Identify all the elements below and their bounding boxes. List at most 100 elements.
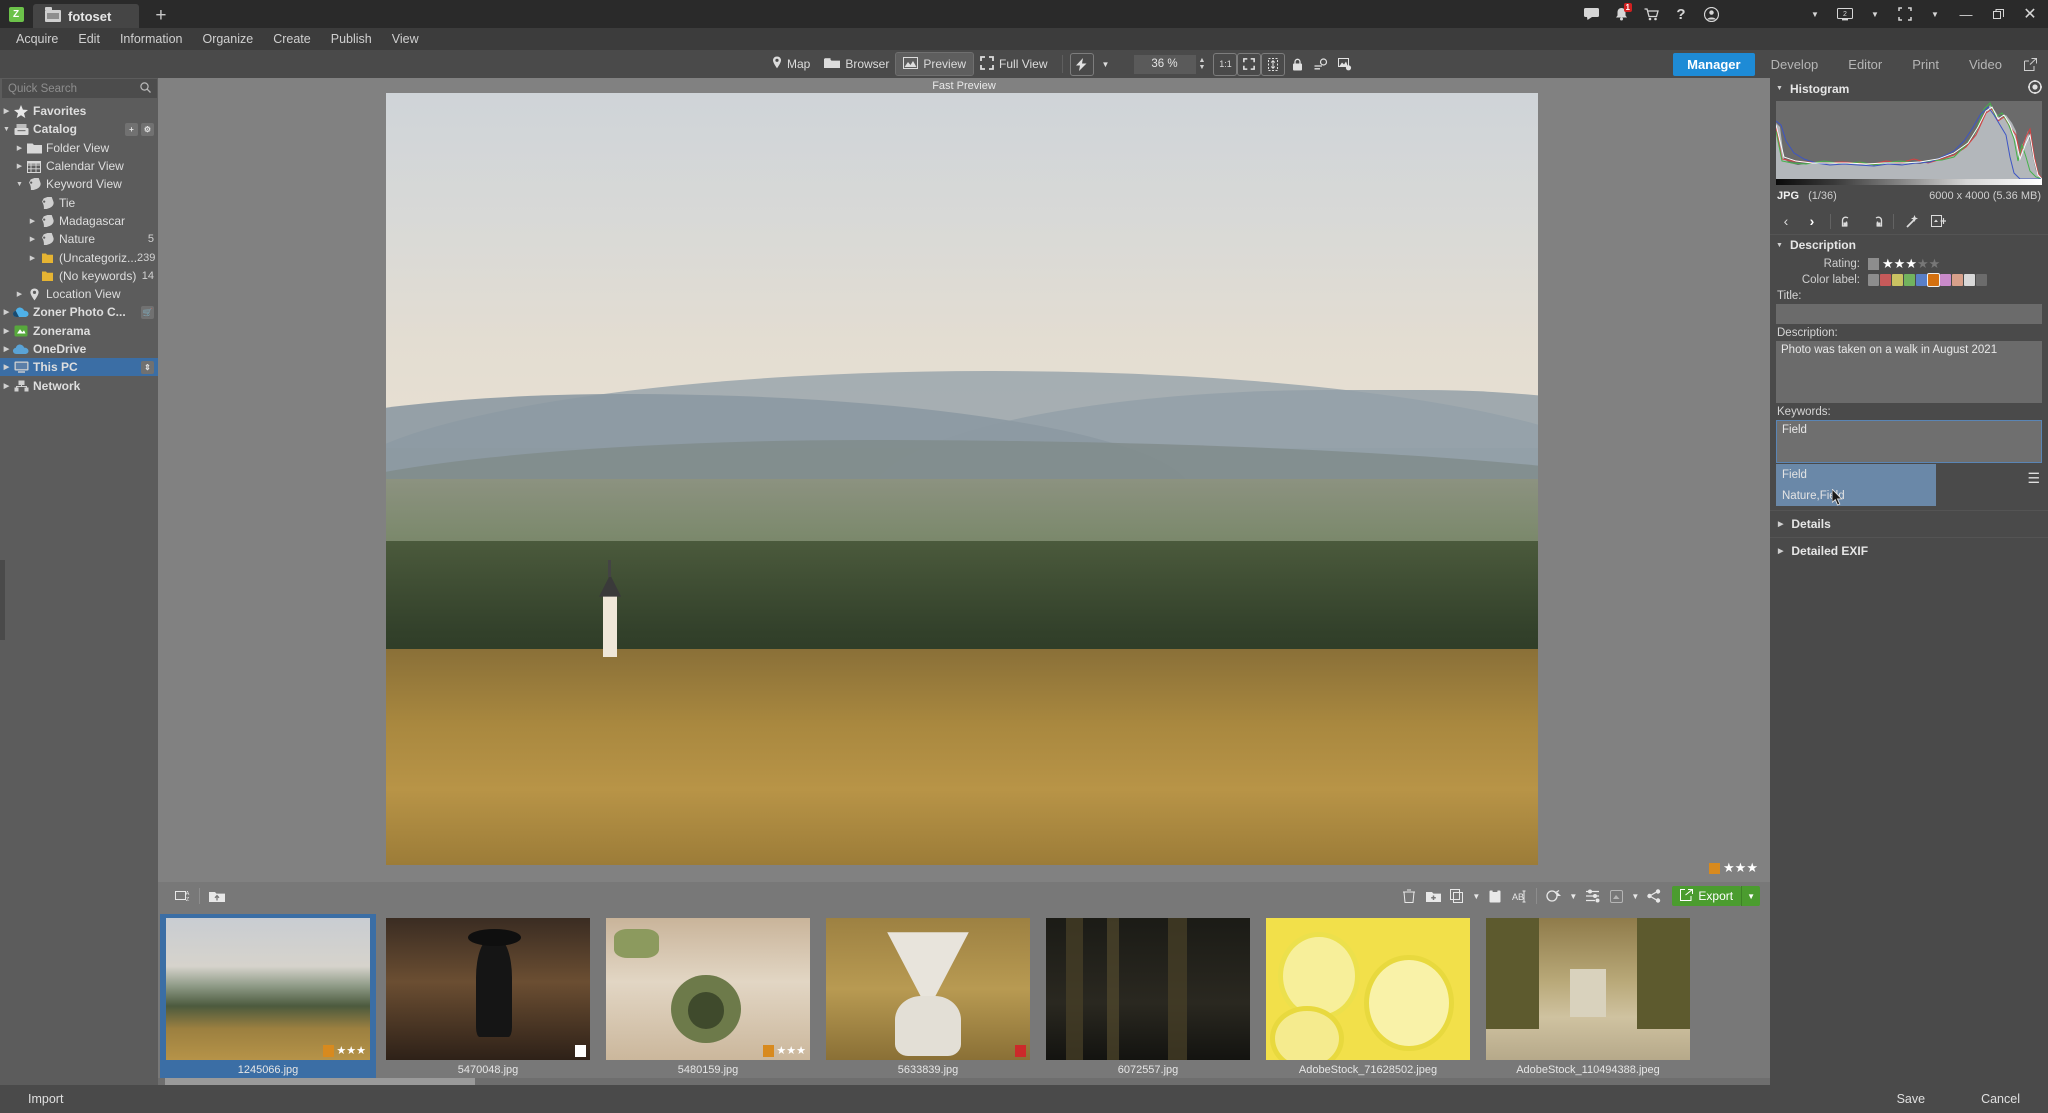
menu-publish[interactable]: Publish	[321, 29, 382, 49]
color-label-swatch-5[interactable]	[1928, 274, 1939, 286]
bell-icon[interactable]: 1	[1608, 2, 1634, 26]
open-external-icon[interactable]	[2019, 54, 2041, 75]
keywords-input[interactable]: Field	[1776, 420, 2042, 463]
chevron-right-icon[interactable]: ▶	[0, 345, 13, 353]
chevron-down-icon[interactable]: ▼	[0, 126, 13, 133]
color-label-swatch-9[interactable]	[1976, 274, 1987, 286]
delete-icon[interactable]	[1397, 885, 1421, 907]
account-icon[interactable]	[1698, 2, 1724, 26]
filmstrip-thumbnail[interactable]: ★★★1245066.jpg	[160, 914, 376, 1084]
this-pc-expander[interactable]: ⇕	[141, 361, 154, 374]
filmstrip-thumbnail[interactable]: 5470048.jpg	[380, 914, 596, 1084]
zoom-1to1-icon[interactable]: 1:1	[1214, 54, 1236, 75]
chevron-right-icon[interactable]: ▶	[13, 162, 26, 170]
menu-create[interactable]: Create	[263, 29, 321, 49]
color-label-swatch-3[interactable]	[1904, 274, 1915, 286]
filmstrip[interactable]: ★★★1245066.jpg5470048.jpg★★★5480159.jpg5…	[158, 910, 1770, 1085]
prev-icon[interactable]: ‹	[1774, 210, 1798, 232]
filmstrip-thumbnail[interactable]: 6072557.jpg	[1040, 914, 1256, 1084]
keyword-suggestion-0[interactable]: Field	[1776, 464, 1936, 485]
chevron-right-icon[interactable]: ▶	[13, 290, 26, 298]
search-input[interactable]: Quick Search	[2, 79, 157, 98]
sidebar-item-tie[interactable]: Tie	[0, 193, 158, 211]
chevron-right-icon[interactable]: ▶	[0, 308, 13, 316]
stamp-dropdown-icon[interactable]: ▼	[1628, 885, 1642, 907]
lock-icon[interactable]	[1286, 54, 1308, 75]
sidebar-item-no-keywords[interactable]: (No keywords)14	[0, 267, 158, 285]
rating-star-3[interactable]: ★	[1905, 256, 1917, 271]
rating-stars[interactable]: ★★★★★	[1882, 256, 1940, 272]
sidebar-item-favorites[interactable]: ▶Favorites	[0, 102, 158, 120]
keyword-suggestion-1[interactable]: Nature,Field	[1776, 485, 1936, 506]
color-label-swatches[interactable]	[1868, 274, 1987, 286]
menu-view[interactable]: View	[382, 29, 429, 49]
chevron-right-icon[interactable]: ▶	[26, 254, 39, 262]
export-button[interactable]: Export	[1672, 886, 1741, 906]
rating-clear-swatch[interactable]	[1868, 258, 1879, 270]
rating-star-1[interactable]: ★	[1882, 256, 1894, 271]
color-label-swatch-0[interactable]	[1868, 274, 1879, 286]
title-input[interactable]	[1776, 304, 2042, 324]
new-tab-button[interactable]: +	[139, 4, 182, 28]
chevron-right-icon[interactable]: ▶	[0, 327, 13, 335]
sort-az-icon[interactable]: AZ	[170, 885, 194, 907]
rating-star-5[interactable]: ★	[1929, 256, 1941, 271]
magic-wand-icon[interactable]	[1900, 210, 1924, 232]
chevron-right-icon[interactable]: ▶	[26, 235, 39, 243]
adjust-icon[interactable]	[1580, 885, 1604, 907]
sidebar-item-onedrive[interactable]: ▶OneDrive	[0, 340, 158, 358]
menu-information[interactable]: Information	[110, 29, 193, 49]
window-close-button[interactable]: ✕	[2016, 0, 2044, 28]
sidebar-item-uncategoriz[interactable]: ▶(Uncategoriz...239	[0, 248, 158, 266]
tab-editor[interactable]: Editor	[1834, 53, 1896, 76]
rotate-dropdown-icon[interactable]: ▼	[1566, 885, 1580, 907]
description-header[interactable]: ▼ Description	[1770, 234, 2048, 255]
paste-icon[interactable]	[1483, 885, 1507, 907]
filmstrip-thumbnail[interactable]: AdobeStock_110494388.jpeg	[1480, 914, 1696, 1084]
zoom-level-field[interactable]: 36 %	[1134, 55, 1196, 74]
chevron-right-icon[interactable]: ▶	[0, 363, 13, 371]
rotate-icon[interactable]	[1542, 885, 1566, 907]
chat-icon[interactable]	[1578, 2, 1604, 26]
color-label-swatch-2[interactable]	[1892, 274, 1903, 286]
color-label-swatch-1[interactable]	[1880, 274, 1891, 286]
sidebar-item-catalog[interactable]: ▼Catalog+⚙	[0, 120, 158, 138]
help-icon[interactable]: ?	[1668, 2, 1694, 26]
keyword-suggestion-list[interactable]: FieldNature,Field	[1776, 464, 1936, 506]
fit-to-window-icon[interactable]	[1238, 54, 1260, 75]
chevron-down-icon[interactable]: ▼	[1802, 2, 1828, 26]
tab-develop[interactable]: Develop	[1757, 53, 1833, 76]
chevron-right-icon[interactable]: ▶	[13, 144, 26, 152]
sidebar-item-madagascar[interactable]: ▶Madagascar	[0, 212, 158, 230]
map-button[interactable]: Map	[765, 53, 817, 75]
sidebar-item-keyword-view[interactable]: ▼Keyword View	[0, 175, 158, 193]
compare-icon[interactable]	[1310, 54, 1332, 75]
menu-acquire[interactable]: Acquire	[6, 29, 68, 49]
sidebar-item-this-pc[interactable]: ▶This PC⇕	[0, 358, 158, 376]
fit-height-icon[interactable]	[1262, 54, 1284, 75]
chevron-right-icon[interactable]: ▶	[26, 217, 39, 225]
tab-manager[interactable]: Manager	[1673, 53, 1754, 76]
sidebar-item-zoner-photo-c[interactable]: ▶Zoner Photo C...🛒	[0, 303, 158, 321]
import-button[interactable]: Import	[0, 1092, 91, 1106]
next-icon[interactable]: ›	[1800, 210, 1824, 232]
sidebar-item-folder-view[interactable]: ▶Folder View	[0, 139, 158, 157]
document-tab-fotoset[interactable]: fotoset	[33, 4, 139, 28]
preview-button[interactable]: Preview	[896, 53, 973, 75]
sidebar-item-network[interactable]: ▶Network	[0, 376, 158, 394]
filmstrip-thumbnail[interactable]: AdobeStock_71628502.jpeg	[1260, 914, 1476, 1084]
chevron-down-icon[interactable]: ▼	[13, 181, 26, 188]
tab-video[interactable]: Video	[1955, 53, 2016, 76]
chevron-right-icon[interactable]: ▶	[0, 382, 13, 390]
color-label-swatch-7[interactable]	[1952, 274, 1963, 286]
window-minimize-button[interactable]: —	[1952, 0, 1980, 28]
left-panel-collapse-handle[interactable]	[0, 560, 5, 640]
rename-icon[interactable]: AB	[1507, 885, 1531, 907]
render-dropdown-icon[interactable]: ▼	[1095, 54, 1117, 75]
right-panel-collapse-handle[interactable]	[2043, 560, 2048, 640]
rating-star-4[interactable]: ★	[1917, 256, 1929, 271]
copy-dropdown-icon[interactable]: ▼	[1469, 885, 1483, 907]
fullscreen-icon[interactable]	[1892, 2, 1918, 26]
color-label-swatch-6[interactable]	[1940, 274, 1951, 286]
color-label-swatch-8[interactable]	[1964, 274, 1975, 286]
